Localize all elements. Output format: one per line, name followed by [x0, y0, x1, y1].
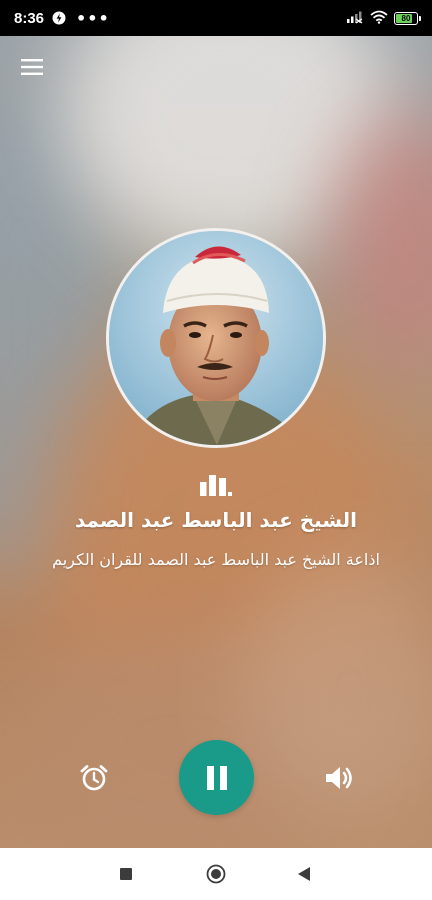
alarm-clock-icon — [80, 765, 108, 791]
radio-station-icon — [199, 474, 233, 498]
circle-icon — [206, 864, 226, 884]
station-title: الشيخ عبد الباسط عبد الصمد — [74, 508, 358, 532]
recents-button[interactable] — [118, 866, 134, 882]
home-button[interactable] — [206, 864, 226, 884]
battery-level: 80 — [401, 13, 411, 23]
volume-icon — [326, 767, 352, 789]
play-pause-button[interactable] — [179, 740, 254, 815]
volume-button[interactable] — [322, 762, 356, 794]
status-bar: 8:36 ••• 80 — [0, 0, 432, 36]
hamburger-menu-icon — [21, 59, 43, 75]
system-nav-bar — [0, 848, 432, 900]
back-button[interactable] — [296, 865, 312, 883]
station-subtitle: اذاعة الشيخ عبد الباسط عبد الصمد للقران … — [52, 550, 380, 569]
notification-icon — [52, 11, 66, 25]
battery-icon: 80 — [394, 11, 421, 25]
triangle-back-icon — [298, 867, 310, 881]
status-icons: 80 — [346, 0, 421, 36]
wifi-icon — [370, 9, 388, 28]
pause-icon — [206, 765, 227, 790]
reciter-avatar — [106, 228, 326, 448]
status-time: 8:36 — [14, 9, 45, 27]
more-notifications-icon: ••• — [76, 8, 110, 28]
app-screen: 8:36 ••• 80 الشيخ عبد الباسط عبد الصمد ا… — [0, 0, 432, 900]
square-icon — [120, 868, 132, 880]
menu-button[interactable] — [18, 54, 46, 80]
alarm-button[interactable] — [78, 762, 110, 794]
signal-icon — [346, 9, 364, 28]
